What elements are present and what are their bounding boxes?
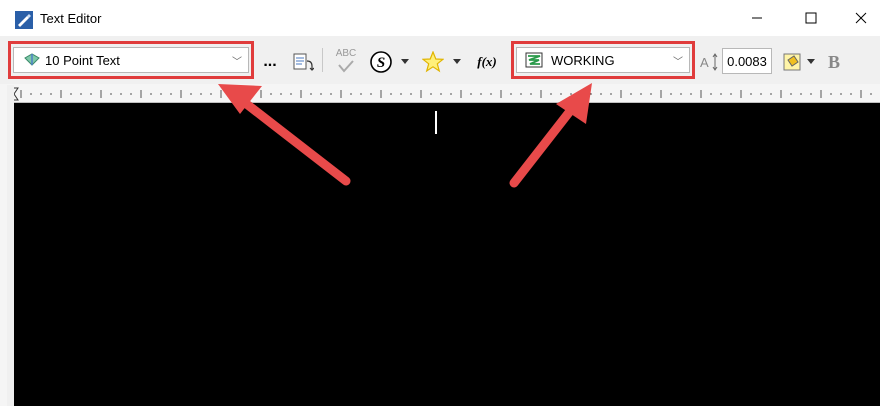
ruler — [7, 85, 880, 103]
spell-check-button[interactable]: ABC — [330, 46, 362, 76]
fill-color-icon — [783, 53, 801, 71]
symbol-icon: S — [370, 51, 392, 73]
favorite-dropdown-arrow[interactable] — [452, 56, 462, 66]
toolbar-separator — [322, 48, 323, 72]
text-cursor — [435, 111, 437, 134]
insert-field-button[interactable] — [290, 50, 316, 74]
level-highlight-box — [511, 41, 695, 79]
title-bar: Text Editor — [0, 0, 880, 36]
text-height-icon: A — [700, 53, 718, 71]
text-editor-window: Text Editor 10 Point Text ﹀ ... ABC S f(… — [0, 0, 880, 406]
chevron-down-icon — [453, 58, 461, 64]
symbol-button[interactable]: S — [368, 49, 394, 75]
favorite-star-icon — [422, 51, 444, 73]
text-edit-area[interactable] — [14, 103, 880, 406]
fill-color-dropdown-arrow[interactable] — [806, 56, 816, 66]
minimize-button[interactable] — [734, 0, 780, 36]
editor-left-margin — [7, 85, 14, 406]
minimize-icon — [752, 17, 762, 19]
chevron-down-icon — [401, 58, 409, 64]
function-button[interactable]: f(x) — [470, 52, 504, 72]
svg-text:A: A — [700, 55, 709, 70]
text-style-highlight-box — [8, 41, 254, 79]
symbol-dropdown-arrow[interactable] — [400, 56, 410, 66]
chevron-down-icon — [807, 58, 815, 64]
function-icon: f(x) — [477, 54, 497, 69]
favorite-button[interactable] — [420, 49, 446, 75]
text-height-label: A — [698, 51, 720, 73]
window-title: Text Editor — [40, 11, 102, 26]
maximize-icon — [805, 12, 817, 24]
fill-color-button[interactable] — [780, 50, 804, 74]
svg-text:S: S — [377, 55, 385, 71]
ruler-ticks — [20, 90, 872, 98]
maximize-button[interactable] — [788, 0, 834, 36]
app-icon — [15, 11, 33, 29]
spell-check-label: ABC — [335, 48, 357, 59]
insert-field-icon — [293, 53, 314, 71]
close-icon — [855, 12, 867, 24]
bold-icon: B — [827, 51, 840, 72]
more-button[interactable]: ... — [258, 52, 282, 72]
bold-button[interactable]: B — [822, 50, 846, 74]
text-height-input[interactable]: 0.0083 — [722, 48, 772, 74]
close-button[interactable] — [838, 0, 880, 36]
spell-check-icon — [338, 60, 354, 73]
